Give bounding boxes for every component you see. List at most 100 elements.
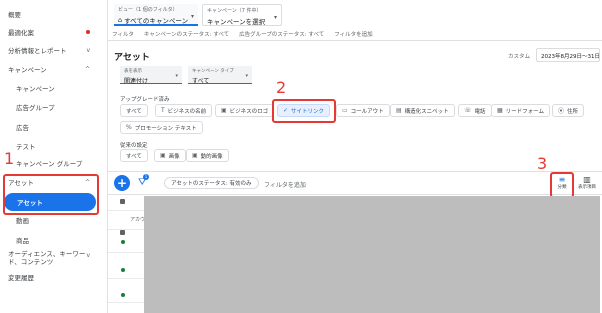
chip-label: すべて [126, 108, 142, 115]
status-chip-label: アセットのステータス: 有効のみ [171, 181, 252, 187]
sidebar-item-experiments[interactable]: テスト [0, 141, 104, 151]
campaign-selector[interactable]: キャンペーン（7 件中） キャンペーンを選択 ▾ [202, 4, 282, 26]
add-filter-link[interactable]: フィルタを追加 [264, 180, 306, 189]
callout-icon: ▭ [342, 107, 348, 114]
chip-label: 動的画像 [200, 153, 223, 160]
asset-status-filter-chip[interactable]: アセットのステータス: 有効のみ [164, 177, 259, 189]
upgraded-label: アップグレード済み [120, 97, 170, 103]
row-divider [108, 252, 144, 253]
chip-business-name[interactable]: T ビジネスの名前 [155, 104, 213, 117]
chip-label: すべて [126, 153, 142, 160]
sidebar-item-label: キャンペーン グループ [16, 160, 83, 168]
chip-business-logo[interactable]: ▣ ビジネスのロゴ [215, 104, 275, 117]
add-filter-link[interactable]: フィルタを追加 [334, 30, 372, 38]
campaign-type-dropdown[interactable]: キャンペーン タイプ すべて ▾ [188, 66, 252, 85]
chevron-up-icon: ^ [84, 65, 90, 73]
image-icon: ▣ [221, 107, 227, 114]
chip-structured-snippets[interactable]: ▤ 構造化スニペット [390, 104, 455, 117]
chevron-down-icon: v [86, 46, 90, 54]
annotation-box-2 [272, 99, 336, 123]
location-icon: ⦿ [558, 108, 565, 115]
view-selector[interactable]: ビュー（1 個のフィルタ） ⌂ すべてのキャンペーン ▾ [114, 4, 198, 26]
columns-label: 表示項目 [578, 185, 596, 190]
chip-promotion[interactable]: % プロモーション テキスト [120, 121, 203, 134]
chip-label: ビジネスのロゴ [229, 108, 269, 115]
chip-label: 構造化スニペット [404, 108, 449, 115]
sidebar: 概要 最適化案 分析情報とレポート v キャンペーン ^ キャンペーン 広告グル… [0, 0, 108, 313]
date-range-label: カスタム [508, 54, 531, 60]
chip-callouts[interactable]: ▭ コールアウト [336, 104, 390, 117]
chip-lead-form[interactable]: ▦ リードフォーム [491, 104, 551, 117]
chip-call[interactable]: ☏ 電話 [458, 104, 492, 117]
sidebar-item-label: キャンペーン [16, 85, 55, 93]
chip-label: 電話 [474, 108, 486, 115]
campaign-caption: キャンペーン（7 件中） [207, 8, 262, 14]
phone-icon: ☏ [464, 107, 472, 114]
display-dropdown[interactable]: 表を表示 関連付け ▾ [120, 66, 182, 85]
sidebar-item-change-history[interactable]: 変更履歴 [0, 272, 104, 282]
image-icon: ▣ [192, 152, 198, 159]
sidebar-item-campaigns-group[interactable]: キャンペーン ^ [0, 64, 104, 75]
sidebar-item-ad-groups[interactable]: 広告グループ [0, 102, 104, 112]
date-range-picker[interactable]: 2023年8月29日～31日 [536, 48, 600, 62]
add-asset-button[interactable]: + [114, 175, 130, 191]
row-divider [108, 229, 144, 230]
text-icon: T [161, 107, 165, 114]
adgroup-status-filter[interactable]: 広告グループのステータス: すべて [239, 30, 324, 38]
sidebar-item-label: 概要 [8, 11, 21, 19]
chip-legacy-all[interactable]: すべて [120, 149, 148, 162]
caret-down-icon: ▾ [190, 13, 194, 20]
display-caption: 表を表示 [124, 69, 142, 74]
chip-label: 住所 [567, 108, 579, 115]
home-icon: ⌂ [118, 16, 123, 24]
caret-down-icon: ▾ [175, 73, 178, 79]
chip-dynamic-image[interactable]: ▣ 動的画像 [186, 149, 229, 162]
sidebar-item-recommendations[interactable]: 最適化案 [0, 27, 104, 37]
percent-icon: % [126, 124, 132, 131]
annotation-box-3 [550, 172, 574, 198]
columns-button[interactable]: ▥ 表示項目 [578, 175, 596, 190]
select-all-checkbox[interactable] [120, 199, 125, 204]
sidebar-item-label: 広告 [16, 124, 29, 132]
status-enabled-dot [121, 268, 125, 272]
annotation-box-1 [3, 174, 99, 215]
sidebar-item-label: 広告グループ [16, 104, 55, 112]
chip-label: プロモーション テキスト [134, 125, 197, 132]
sidebar-item-label: 商品 [16, 237, 29, 245]
campaign-value: キャンペーンを選択 [207, 18, 266, 26]
sidebar-item-overview[interactable]: 概要 [0, 9, 104, 19]
chip-label: ビジネスの名前 [167, 108, 207, 115]
page-title: アセット [114, 53, 150, 63]
redacted-table-area [144, 196, 600, 313]
row-divider [108, 210, 144, 211]
sidebar-item-ads[interactable]: 広告 [0, 122, 104, 132]
sidebar-item-audiences[interactable]: オーディエンス、キーワード、コンテンツ v [0, 250, 104, 268]
filter-bar: フィルタ キャンペーンのステータス: すべて 広告グループのステータス: すべて… [108, 28, 602, 41]
sidebar-item-label: オーディエンス、キーワード、コンテンツ [8, 250, 86, 266]
sidebar-item-label: テスト [16, 143, 36, 151]
chip-label: コールアウト [350, 108, 384, 115]
sidebar-item-videos[interactable]: 動画 [0, 215, 104, 225]
campaign-type-caption: キャンペーン タイプ [192, 69, 234, 74]
row-divider [108, 278, 144, 279]
campaign-status-filter[interactable]: キャンペーンのステータス: すべて [144, 30, 229, 38]
sidebar-item-campaigns[interactable]: キャンペーン [0, 83, 104, 93]
sidebar-item-label: 最適化案 [8, 29, 34, 37]
chip-label: リードフォーム [505, 108, 545, 115]
chip-all[interactable]: すべて [120, 104, 148, 117]
legacy-label: 従来の設定 [120, 143, 148, 149]
sidebar-item-label: キャンペーン [8, 66, 47, 74]
sidebar-item-label: 動画 [16, 217, 29, 225]
chip-location[interactable]: ⦿ 住所 [552, 104, 585, 117]
sidebar-item-insights-reports[interactable]: 分析情報とレポート v [0, 45, 104, 56]
sidebar-item-campaign-groups[interactable]: キャンペーン グループ [0, 158, 104, 168]
chip-image[interactable]: ▣ 画像 [154, 149, 186, 162]
caret-down-icon: ▾ [273, 14, 277, 21]
status-enabled-dot [121, 240, 125, 244]
campaign-type-value: すべて [192, 78, 210, 85]
annotation-number-2: 2 [276, 78, 287, 97]
notification-dot [86, 30, 90, 34]
sidebar-item-products[interactable]: 商品 [0, 235, 104, 245]
row-checkbox[interactable] [120, 230, 125, 235]
chevron-down-icon: v [86, 252, 90, 259]
